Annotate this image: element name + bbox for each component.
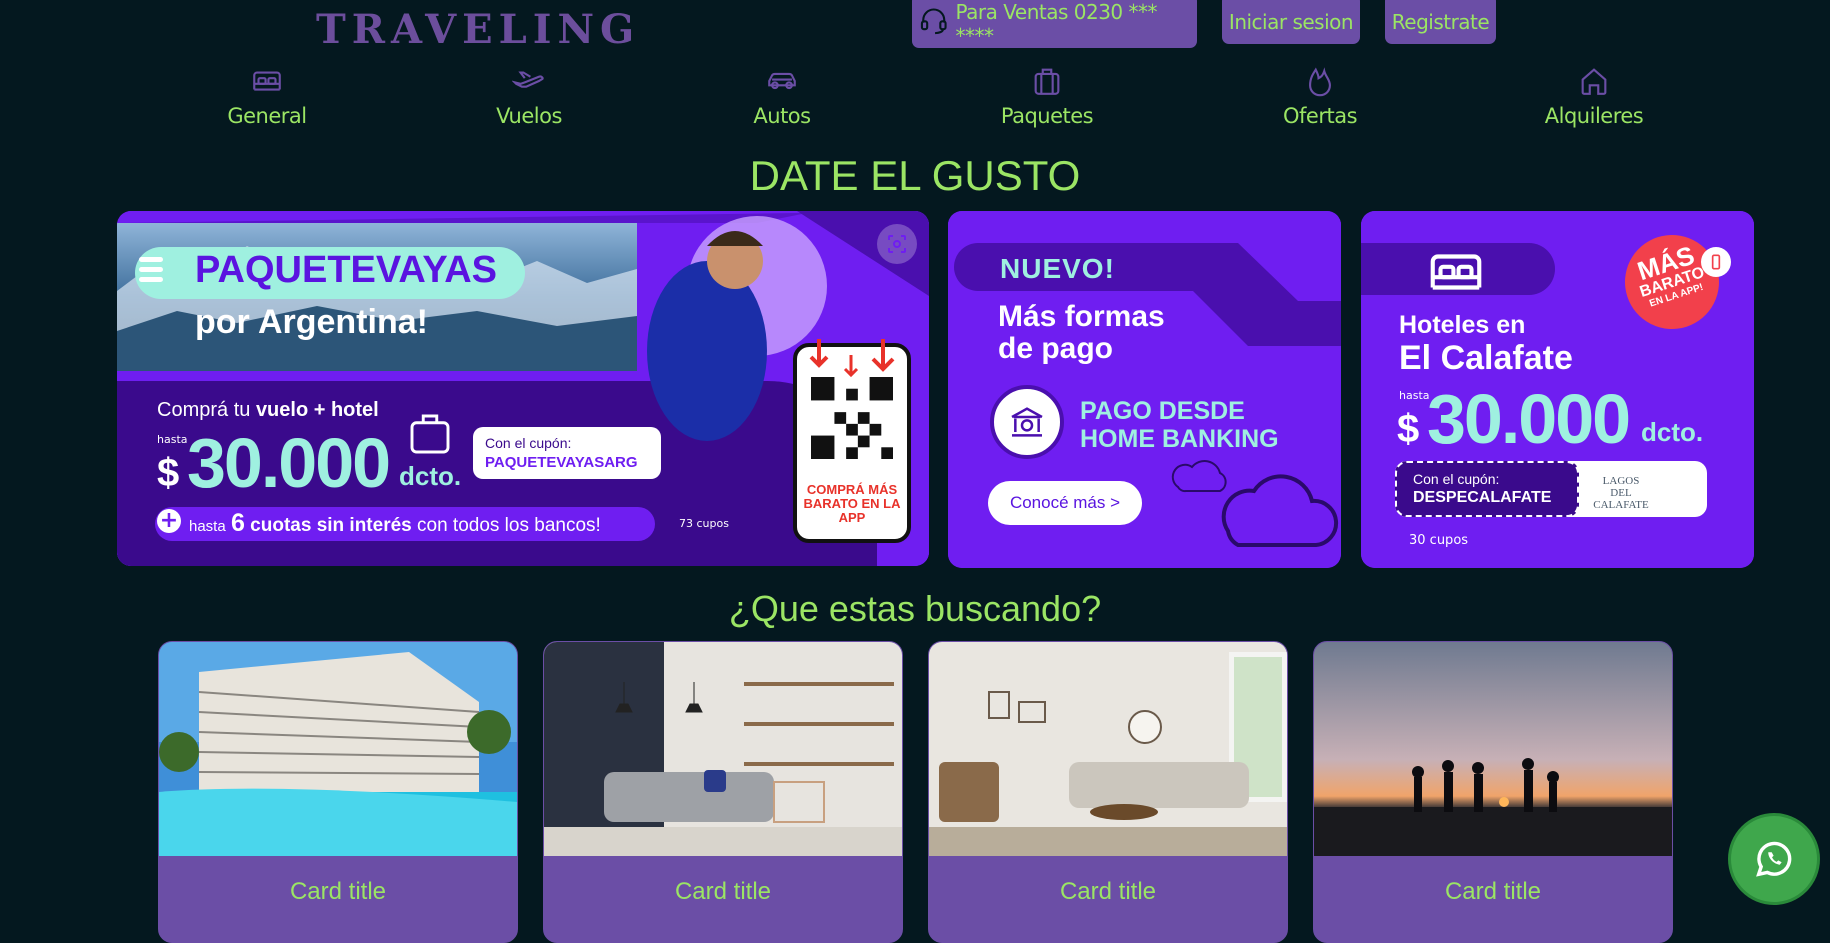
- lens-scan-button[interactable]: [877, 224, 917, 264]
- card-rental[interactable]: Card title: [928, 641, 1288, 943]
- nav-item-alquileres[interactable]: Alquileres: [1494, 64, 1694, 128]
- whatsapp-icon: [1756, 841, 1792, 877]
- hasta-label: hasta: [1399, 389, 1430, 402]
- qr-caption: COMPRÁ MÁS BARATO EN LA APP: [803, 482, 901, 525]
- discount-amount: 30.000: [1427, 380, 1631, 458]
- hotel-title-line1: Hoteles en: [1399, 311, 1526, 339]
- cuotas-text: hasta 6 cuotas sin interés con todos los…: [189, 509, 601, 538]
- currency-sign: $: [157, 451, 180, 495]
- bag-icon: [410, 414, 450, 454]
- house-icon: [1581, 68, 1607, 95]
- card-title: Card title: [1444, 878, 1542, 905]
- discount-amount: 30.000: [187, 424, 391, 502]
- hasta-label: hasta: [157, 433, 188, 446]
- nav-label: Alquileres: [1544, 104, 1644, 128]
- bed-icon: [253, 71, 281, 91]
- car-icon: [768, 72, 796, 90]
- bank-icon: [1011, 407, 1043, 437]
- coupon-code-panel: Con el cupón: DESPECALAFATE: [1395, 461, 1579, 517]
- cuotas-num: 6: [230, 509, 245, 537]
- nav-item-autos[interactable]: Autos: [682, 64, 882, 128]
- new-badge: NUEVO!: [1000, 253, 1115, 284]
- card-apartment[interactable]: Card title: [543, 641, 903, 943]
- promo-banner-pago[interactable]: NUEVO! Más formas de pago PAGO DESDE HOM…: [948, 211, 1341, 568]
- sales-phone-label: Para Ventas 0230 *** ****: [955, 0, 1158, 48]
- search-heading: ¿Que estas buscando?: [728, 588, 1102, 629]
- currency-sign: $: [1397, 407, 1420, 451]
- partner-logo: LAGOS DEL CALAFATE: [1593, 475, 1649, 511]
- card-beach[interactable]: Card title: [1313, 641, 1673, 943]
- nav-label: Paquetes: [1000, 104, 1094, 128]
- conoce-mas-button[interactable]: Conocé más >: [988, 481, 1142, 525]
- card-image-living-room: [544, 642, 902, 856]
- dcto-label: dcto.: [399, 461, 462, 491]
- card-title: Card title: [1059, 878, 1157, 905]
- card-title: Card title: [289, 878, 387, 905]
- whatsapp-button[interactable]: [1731, 816, 1817, 902]
- cupos-label: 73 cupos: [679, 517, 729, 530]
- plane-icon: [512, 71, 544, 88]
- card-image-beach-sunset: [1314, 642, 1672, 856]
- coupon-box: Con el cupón: PAQUETEVAYASARG: [473, 427, 661, 479]
- cuotas-post: con todos los bancos!: [417, 515, 601, 536]
- pago-title: Más formas de pago: [998, 301, 1165, 365]
- cupos-label: 30 cupos: [1409, 533, 1469, 548]
- sales-phone-button[interactable]: Para Ventas 0230 *** ****: [912, 0, 1197, 48]
- pago-sub: PAGO DESDE HOME BANKING: [1080, 397, 1279, 453]
- qr-code-icon: [811, 377, 893, 459]
- nav-label: General: [227, 104, 307, 128]
- promo-banner-calafate[interactable]: MÁS BARATO EN LA APP! Hoteles en El Cala…: [1361, 211, 1754, 568]
- suitcase-icon: [1034, 68, 1060, 95]
- nav-label: Vuelos: [496, 104, 562, 128]
- login-button[interactable]: Iniciar sesion: [1222, 0, 1360, 44]
- card-image-lounge: [929, 642, 1287, 856]
- brand-name: PAQUETEVAYAS: [195, 249, 497, 291]
- flame-icon: [1309, 67, 1331, 97]
- pago-title-line2: de pago: [998, 332, 1114, 365]
- nav-label: Autos: [753, 104, 811, 128]
- speed-lines-icon: [139, 257, 163, 262]
- nav-item-ofertas[interactable]: Ofertas: [1220, 64, 1420, 128]
- dcto-label: dcto.: [1641, 417, 1704, 447]
- buy-pre: Comprá tu: [157, 399, 251, 421]
- coupon-label: Con el cupón:: [1413, 471, 1500, 487]
- card-title: Card title: [674, 878, 772, 905]
- buy-line: Comprá tu vuelo + hotel: [157, 399, 379, 422]
- coupon-code: PAQUETEVAYASARG: [485, 454, 638, 471]
- hotel-title-line2: El Calafate: [1399, 339, 1573, 377]
- coupon-code: DESPECALAFATE: [1413, 489, 1552, 506]
- pago-sub-line2: HOME BANKING: [1080, 425, 1279, 453]
- register-button[interactable]: Registrate: [1385, 0, 1496, 44]
- buy-bold: vuelo + hotel: [255, 399, 379, 421]
- pago-sub-line1: PAGO DESDE: [1080, 397, 1245, 425]
- cuotas-bold: cuotas sin interés: [250, 515, 412, 536]
- card-hotel[interactable]: Card title: [158, 641, 518, 943]
- plus-icon: +: [157, 509, 181, 533]
- promo-heading: DATE EL GUSTO: [749, 152, 1081, 199]
- bank-badge: [990, 385, 1064, 459]
- promo-banner-paquetevayas[interactable]: PAQUETEVAYAS por Argentina! Comprá tu vu…: [117, 211, 929, 566]
- cuotas-pre: hasta: [189, 518, 226, 535]
- coupon-box: Con el cupón: DESPECALAFATE LAGOS DEL CA…: [1395, 461, 1707, 517]
- site-logo[interactable]: TRAVELING: [316, 6, 640, 53]
- card-image-hotel-pool: [159, 642, 517, 856]
- brand-sub: por Argentina!: [195, 303, 428, 341]
- nav-item-paquetes[interactable]: Paquetes: [947, 64, 1147, 128]
- down-arrows-icon: [809, 339, 895, 378]
- coupon-label: Con el cupón:: [485, 435, 572, 451]
- hotel-bed-icon: [1430, 254, 1482, 290]
- headset-icon: [920, 8, 947, 35]
- nav-item-general[interactable]: General: [167, 64, 367, 128]
- lens-icon: [888, 235, 906, 253]
- pago-title-line1: Más formas: [998, 300, 1165, 333]
- nav-label: Ofertas: [1282, 104, 1358, 128]
- nav-item-vuelos[interactable]: Vuelos: [429, 64, 629, 128]
- phone-icon: [1701, 247, 1731, 277]
